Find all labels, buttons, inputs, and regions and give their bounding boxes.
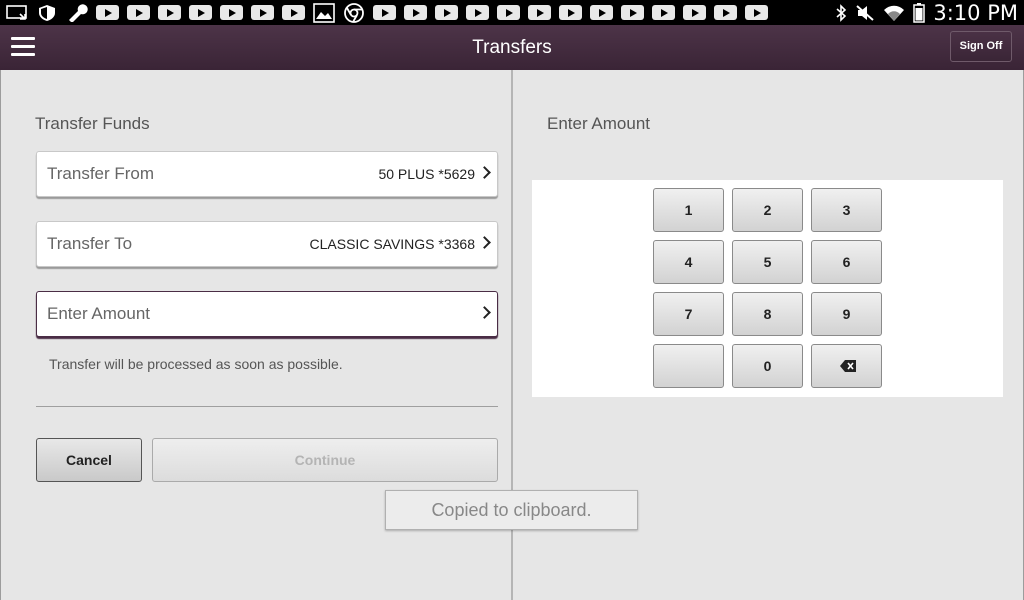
youtube-icon xyxy=(590,5,613,20)
key-3[interactable]: 3 xyxy=(811,188,882,232)
youtube-icon xyxy=(621,5,644,20)
youtube-icon xyxy=(435,5,458,20)
key-2[interactable]: 2 xyxy=(732,188,803,232)
transfer-from-label: Transfer From xyxy=(47,164,155,183)
divider xyxy=(36,406,498,407)
youtube-icon xyxy=(158,5,181,20)
page-title: Transfers xyxy=(472,37,552,58)
transfer-from-value: 50 PLUS *5629 xyxy=(378,166,475,182)
chevron-right-icon xyxy=(478,236,491,249)
continue-button[interactable]: Continue xyxy=(152,438,498,482)
clock: 3:10 PM xyxy=(933,0,1018,25)
youtube-icon xyxy=(404,5,427,20)
key-1[interactable]: 1 xyxy=(653,188,724,232)
chevron-right-icon xyxy=(478,166,491,179)
chevron-right-icon xyxy=(478,306,491,319)
transfer-to-label: Transfer To xyxy=(47,234,133,253)
chrome-icon xyxy=(344,2,364,23)
app-bar: Transfers Sign Off xyxy=(0,25,1024,70)
cancel-button[interactable]: Cancel xyxy=(36,438,142,482)
transfer-funds-heading: Transfer Funds xyxy=(35,114,150,133)
youtube-icon xyxy=(683,5,706,20)
youtube-icon xyxy=(652,5,675,20)
enter-amount-label: Enter Amount xyxy=(47,304,151,323)
keypad: 1 2 3 4 5 6 7 8 9 0 xyxy=(532,180,1003,397)
youtube-icon xyxy=(497,5,520,20)
youtube-icon xyxy=(745,5,768,20)
youtube-icon xyxy=(127,5,150,20)
enter-amount-heading: Enter Amount xyxy=(547,114,651,133)
enter-amount-field[interactable]: Enter Amount xyxy=(36,291,498,337)
mute-icon xyxy=(856,4,875,21)
key-blank[interactable] xyxy=(653,344,724,388)
sign-off-button[interactable]: Sign Off xyxy=(950,31,1012,62)
wifi-icon xyxy=(884,5,905,21)
screen-cast-icon xyxy=(6,5,27,20)
battery-icon xyxy=(913,2,926,23)
processing-note: Transfer will be processed as soon as po… xyxy=(49,356,343,372)
notification-icons xyxy=(6,2,768,23)
youtube-icon xyxy=(714,5,737,20)
wrench-icon xyxy=(69,3,88,22)
youtube-icon xyxy=(189,5,212,20)
youtube-icon xyxy=(373,5,396,20)
key-0[interactable]: 0 xyxy=(732,344,803,388)
clipboard-toast: Copied to clipboard. xyxy=(385,490,638,530)
youtube-icon xyxy=(282,5,305,20)
bluetooth-icon xyxy=(836,3,847,22)
key-9[interactable]: 9 xyxy=(811,292,882,336)
key-7[interactable]: 7 xyxy=(653,292,724,336)
youtube-icon xyxy=(96,5,119,20)
youtube-icon xyxy=(466,5,489,20)
system-icons: 3:10 PM xyxy=(835,0,1018,25)
backspace-icon xyxy=(840,360,856,372)
youtube-icon xyxy=(220,5,243,20)
shield-icon xyxy=(39,4,55,21)
status-bar: 3:10 PM xyxy=(0,0,1024,25)
transfer-to-value: CLASSIC SAVINGS *3368 xyxy=(309,236,475,252)
key-backspace[interactable] xyxy=(811,344,882,388)
youtube-icon xyxy=(528,5,551,20)
youtube-icon xyxy=(251,5,274,20)
key-4[interactable]: 4 xyxy=(653,240,724,284)
transfer-to-field[interactable]: Transfer To CLASSIC SAVINGS *3368 xyxy=(36,221,498,267)
key-5[interactable]: 5 xyxy=(732,240,803,284)
transfer-from-field[interactable]: Transfer From 50 PLUS *5629 xyxy=(36,151,498,197)
key-8[interactable]: 8 xyxy=(732,292,803,336)
key-6[interactable]: 6 xyxy=(811,240,882,284)
gallery-icon xyxy=(313,2,335,23)
youtube-icon xyxy=(559,5,582,20)
